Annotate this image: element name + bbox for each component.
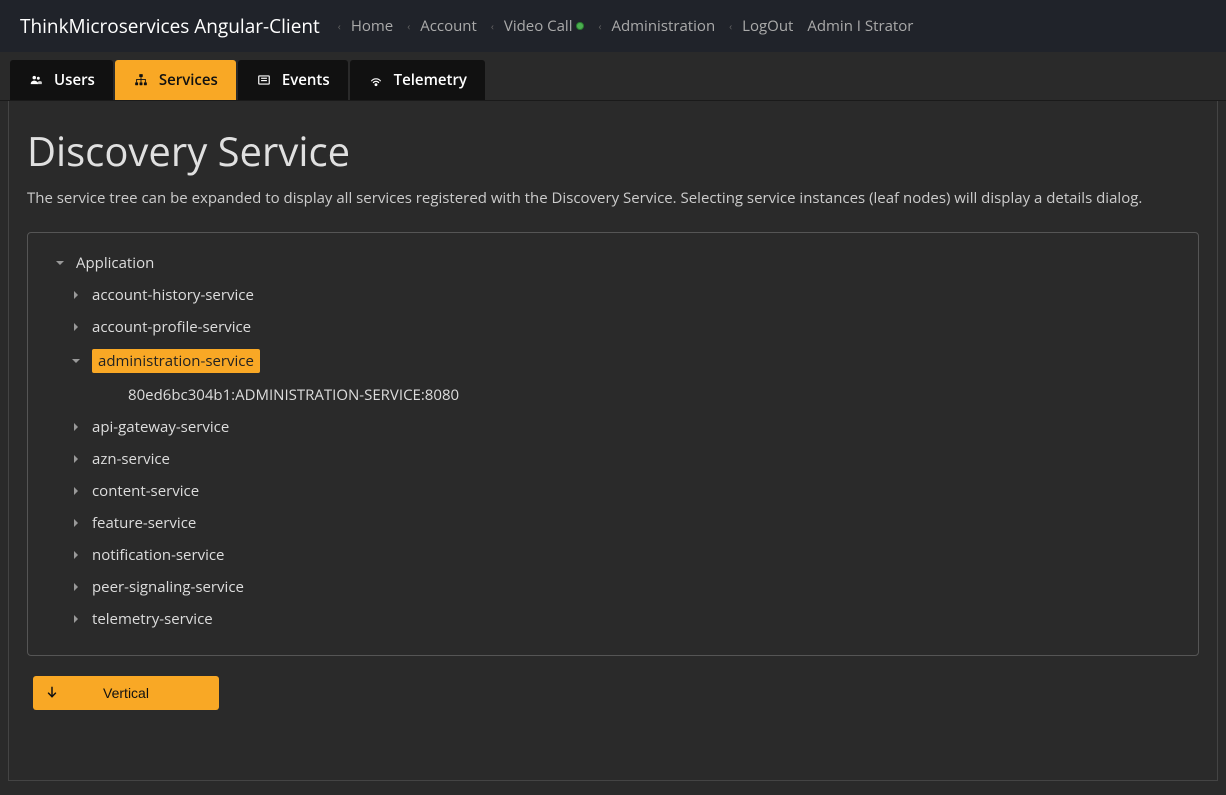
tree-root-label: Application [76, 253, 154, 273]
service-tree-panel: Application account-history-service acco… [27, 232, 1199, 656]
events-icon [256, 72, 272, 88]
nav-video-call[interactable]: Video Call [504, 16, 585, 36]
tree-instance-administration-service[interactable]: 80ed6bc304b1:ADMINISTRATION-SERVICE:8080 [28, 379, 1198, 411]
tab-services-label: Services [159, 70, 218, 90]
users-icon [28, 72, 44, 88]
chevron-right-icon [70, 321, 82, 333]
tree-item-label: account-history-service [92, 285, 254, 305]
page-description: The service tree can be expanded to disp… [27, 188, 1199, 208]
tab-services[interactable]: Services [115, 60, 236, 100]
nav-video-call-label: Video Call [504, 16, 573, 36]
chevron-right-icon [70, 421, 82, 433]
chevron-right-icon [70, 581, 82, 593]
nav-separator: ‹ [338, 19, 341, 33]
tree-item-label: content-service [92, 481, 199, 501]
arrow-down-icon [45, 685, 59, 702]
top-nav: ThinkMicroservices Angular-Client ‹ Home… [0, 0, 1226, 52]
tree-item-azn-service[interactable]: azn-service [28, 443, 1198, 475]
tree-item-label: telemetry-service [92, 609, 213, 629]
nav-logout[interactable]: LogOut [742, 16, 793, 36]
status-online-icon [576, 22, 584, 30]
tab-telemetry[interactable]: Telemetry [350, 60, 485, 100]
nav-separator: ‹ [729, 19, 732, 33]
nav-account[interactable]: Account [420, 16, 477, 36]
page-title: Discovery Service [27, 123, 1199, 178]
chevron-down-icon [54, 257, 66, 269]
telemetry-icon [368, 72, 384, 88]
chevron-right-icon [70, 289, 82, 301]
vertical-button-label: Vertical [103, 685, 149, 701]
chevron-down-icon [70, 355, 82, 367]
chevron-right-icon [70, 453, 82, 465]
tree-item-peer-signaling-service[interactable]: peer-signaling-service [28, 571, 1198, 603]
nav-home[interactable]: Home [351, 16, 393, 36]
tree-item-label: api-gateway-service [92, 417, 229, 437]
nav-separator: ‹ [407, 19, 410, 33]
tree-item-account-profile-service[interactable]: account-profile-service [28, 311, 1198, 343]
tree-item-administration-service[interactable]: administration-service [28, 343, 1198, 379]
tree-item-label: notification-service [92, 545, 224, 565]
tab-telemetry-label: Telemetry [394, 70, 467, 90]
nav-separator: ‹ [598, 19, 601, 33]
tree-item-account-history-service[interactable]: account-history-service [28, 279, 1198, 311]
nav-separator: ‹ [491, 19, 494, 33]
vertical-button[interactable]: Vertical [33, 676, 219, 710]
tab-events[interactable]: Events [238, 60, 348, 100]
tab-users[interactable]: Users [10, 60, 113, 100]
nav-administration[interactable]: Administration [612, 16, 716, 36]
chevron-right-icon [70, 485, 82, 497]
sitemap-icon [133, 72, 149, 88]
tree-item-feature-service[interactable]: feature-service [28, 507, 1198, 539]
tree-item-label: feature-service [92, 513, 196, 533]
tree-item-notification-service[interactable]: notification-service [28, 539, 1198, 571]
tree-item-label-selected: administration-service [92, 349, 260, 373]
tree-item-label: azn-service [92, 449, 170, 469]
chevron-right-icon [70, 517, 82, 529]
tree-item-api-gateway-service[interactable]: api-gateway-service [28, 411, 1198, 443]
main-panel: Discovery Service The service tree can b… [8, 101, 1218, 781]
chevron-right-icon [70, 613, 82, 625]
nav-links: ‹ Home ‹ Account ‹ Video Call ‹ Administ… [338, 16, 914, 36]
tab-events-label: Events [282, 70, 330, 90]
tree-item-telemetry-service[interactable]: telemetry-service [28, 603, 1198, 635]
tree-item-label: account-profile-service [92, 317, 251, 337]
tree-instance-label: 80ed6bc304b1:ADMINISTRATION-SERVICE:8080 [128, 385, 459, 405]
app-title: ThinkMicroservices Angular-Client [20, 13, 320, 39]
chevron-right-icon [70, 549, 82, 561]
tree-item-label: peer-signaling-service [92, 577, 244, 597]
tree-item-content-service[interactable]: content-service [28, 475, 1198, 507]
nav-username[interactable]: Admin I Strator [807, 16, 913, 36]
tab-users-label: Users [54, 70, 95, 90]
tree-root-application[interactable]: Application [28, 247, 1198, 279]
tab-bar: Users Services Events Telemetry [0, 52, 1226, 101]
